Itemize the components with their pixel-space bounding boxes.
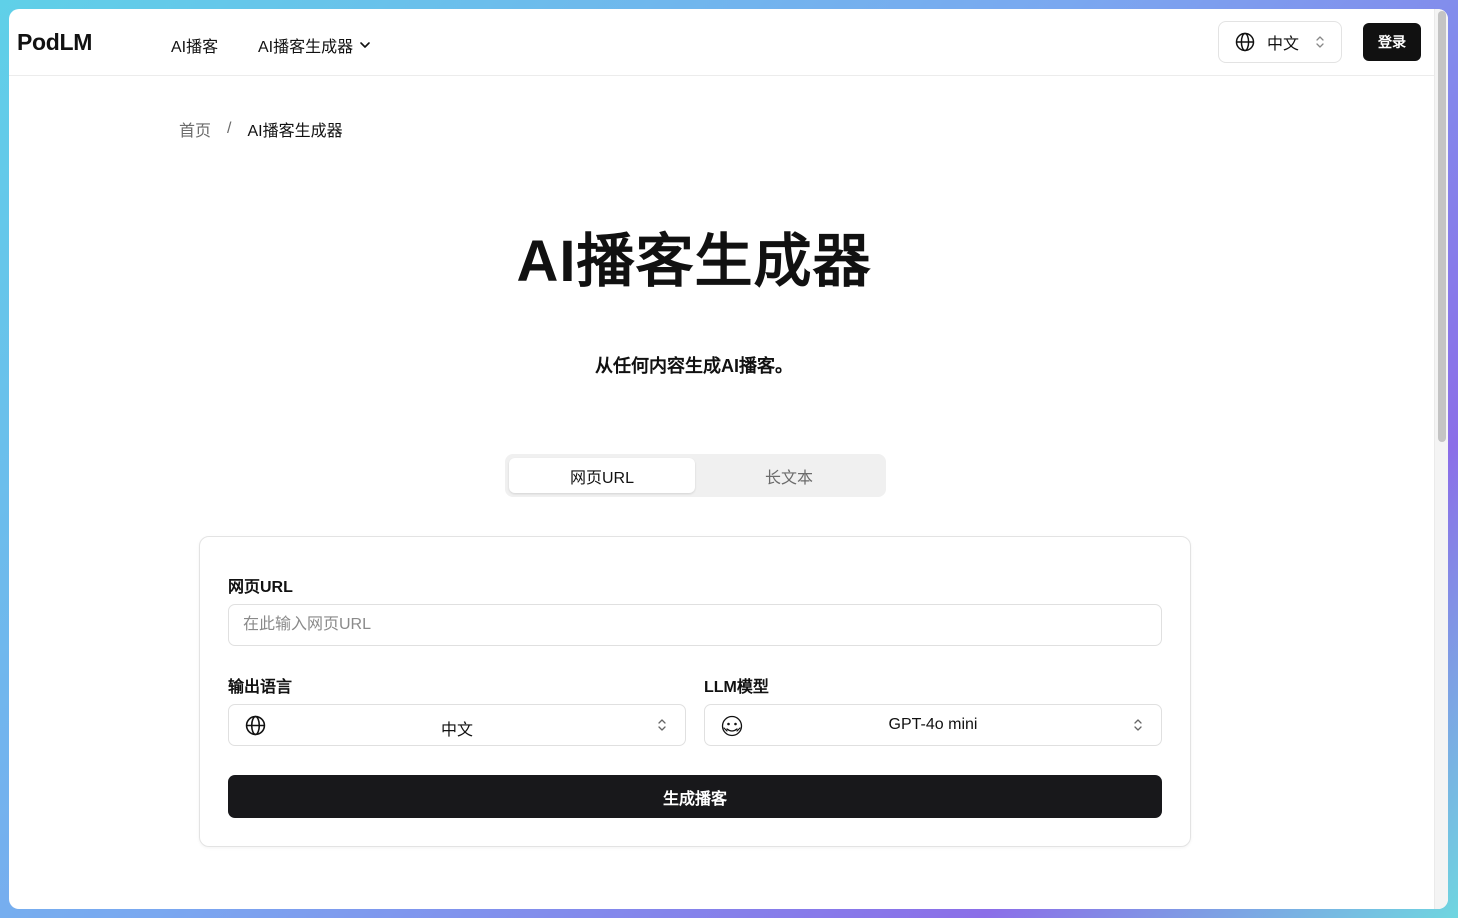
generator-form-card: 网页URL 输出语言 LLM模型 中文 xyxy=(199,536,1191,847)
scrollbar[interactable] xyxy=(1434,9,1448,909)
generate-podcast-button[interactable]: 生成播客 xyxy=(228,775,1162,818)
browser-window: PodLM AI播客 AI播客生成器 中文 登录 首页 / AI播客生成器 AI… xyxy=(9,9,1448,909)
language-switcher[interactable]: 中文 xyxy=(1218,21,1342,63)
login-button[interactable]: 登录 xyxy=(1363,23,1421,61)
chevron-up-down-icon xyxy=(1133,718,1143,732)
globe-icon xyxy=(1235,32,1255,52)
chevron-up-down-icon xyxy=(657,718,667,732)
input-mode-tabs: 网页URL 长文本 xyxy=(505,454,886,497)
breadcrumb-separator: / xyxy=(227,120,232,137)
url-input[interactable] xyxy=(228,604,1162,646)
chevron-up-down-icon xyxy=(1315,35,1325,49)
site-header: PodLM AI播客 AI播客生成器 中文 登录 xyxy=(9,9,1434,76)
chevron-down-icon xyxy=(360,42,370,48)
page-subtitle: 从任何内容生成AI播客。 xyxy=(595,356,793,376)
llm-model-select[interactable]: GPT-4o mini xyxy=(704,704,1162,746)
llm-model-value: GPT-4o mini xyxy=(888,716,978,733)
nav-ai-podcast-label: AI播客 xyxy=(171,39,219,56)
url-field-label: 网页URL xyxy=(228,579,293,596)
scrollbar-thumb[interactable] xyxy=(1438,11,1446,442)
output-language-label: 输出语言 xyxy=(228,679,293,696)
nav-ai-podcast[interactable]: AI播客 xyxy=(171,33,218,57)
language-switcher-label: 中文 xyxy=(1267,36,1300,53)
breadcrumb-current: AI播客生成器 xyxy=(247,123,343,140)
tab-web-url[interactable]: 网页URL xyxy=(509,458,695,493)
page-title: AI播客生成器 xyxy=(516,229,872,294)
nav-ai-podcast-generator[interactable]: AI播客生成器 xyxy=(258,33,371,57)
output-language-select[interactable]: 中文 xyxy=(228,704,686,746)
breadcrumb: 首页 / AI播客生成器 xyxy=(179,117,343,141)
llm-model-label: LLM模型 xyxy=(704,679,769,696)
tab-long-text[interactable]: 长文本 xyxy=(696,458,882,493)
breadcrumb-home[interactable]: 首页 xyxy=(179,117,211,141)
output-language-value: 中文 xyxy=(440,722,473,739)
nav-ai-podcast-generator-label: AI播客生成器 xyxy=(258,39,354,56)
site-logo[interactable]: PodLM xyxy=(17,29,92,56)
